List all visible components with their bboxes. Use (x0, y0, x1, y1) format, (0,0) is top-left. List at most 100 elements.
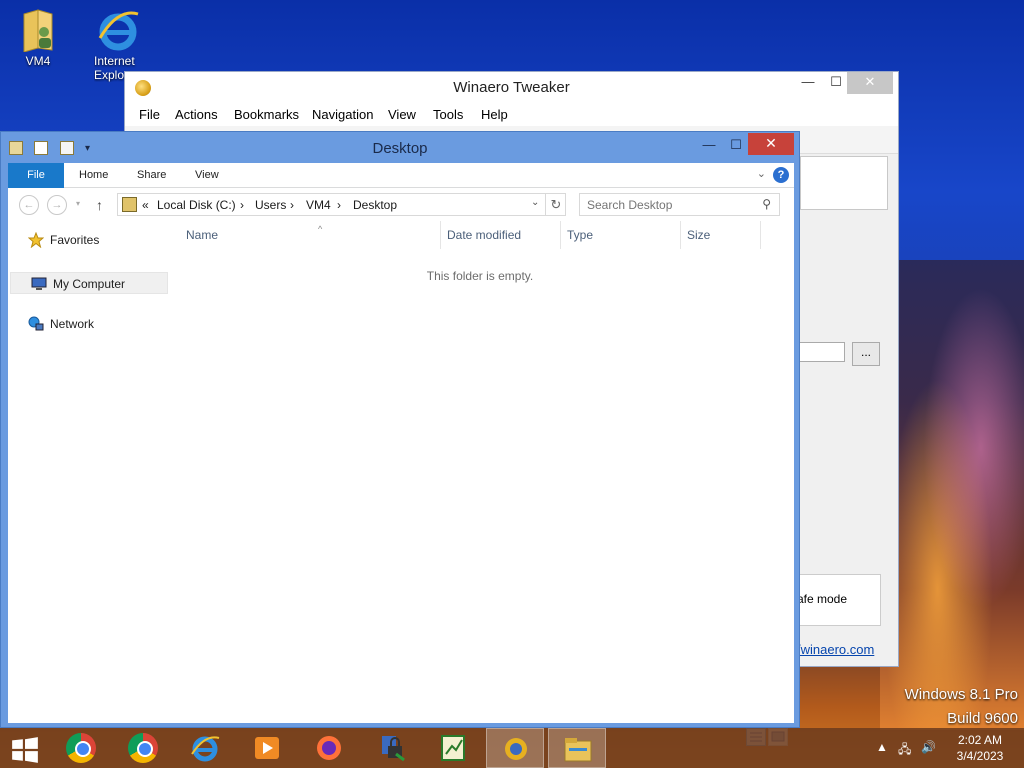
taskbar-chrome-2[interactable] (114, 728, 172, 768)
show-hidden-icons[interactable]: ▲ (876, 740, 888, 754)
explorer-minimize-button[interactable]: — (695, 136, 723, 156)
winaero-tweaker-icon (505, 738, 527, 760)
taskbar-chrome[interactable] (52, 728, 110, 768)
drive-folder-icon (122, 197, 137, 212)
breadcrumb-local-disk[interactable]: Local Disk (C:) (157, 198, 236, 212)
back-arrow-icon[interactable]: ← (19, 195, 39, 215)
ribbon-tabs: File Home Share View ⌄ ? (8, 163, 794, 188)
winaero-title: Winaero Tweaker (453, 79, 570, 96)
sidebar-item-network[interactable]: Network (8, 313, 166, 335)
winaero-menubar: File Actions Bookmarks Navigation View T… (125, 102, 898, 126)
breadcrumb-separator[interactable]: › (240, 198, 244, 212)
desktop-icon-label: VM4 (25, 54, 51, 68)
start-button[interactable] (0, 728, 50, 768)
menu-actions[interactable]: Actions (175, 107, 218, 122)
search-box[interactable]: ⚲ (579, 193, 780, 216)
clock-time: 2:02 AM (957, 733, 1003, 747)
explorer-title: Desktop (372, 140, 428, 157)
star-icon (28, 232, 44, 248)
internet-explorer-icon (96, 8, 139, 52)
winaero-website-link[interactable]: /winaero.com (797, 642, 874, 657)
taskbar: ▲ 🖧 🔊 2:02 AM 3/4/2023 (0, 728, 1024, 768)
search-icon[interactable]: ⚲ (762, 197, 771, 211)
column-header-type[interactable]: Type (561, 221, 681, 249)
tab-home[interactable]: Home (79, 163, 108, 188)
forward-arrow-icon[interactable]: → (47, 195, 67, 215)
sidebar-item-label: My Computer (53, 277, 126, 291)
computer-icon (31, 277, 47, 290)
volume-icon[interactable]: 🔊 (921, 740, 936, 754)
wallpaper-city-lights (880, 260, 1024, 730)
breadcrumb-separator[interactable]: › (337, 198, 341, 212)
taskbar-chart-app[interactable] (424, 728, 482, 768)
winaero-titlebar[interactable]: Winaero Tweaker — ☐ ✕ (125, 72, 898, 102)
file-explorer-window[interactable]: ▾ Desktop — ☐ ✕ File Home Share View ⌄ ?… (0, 131, 800, 746)
network-tray-icon[interactable]: 🖧 (898, 740, 911, 761)
taskbar-internet-explorer[interactable] (176, 728, 234, 768)
lock-tool-icon (382, 736, 405, 762)
breadcrumb-separator[interactable]: › (290, 198, 294, 212)
address-dropdown-icon[interactable]: ⌄ (531, 197, 539, 208)
tab-view[interactable]: View (195, 163, 219, 188)
winaero-minimize-button[interactable]: — (793, 72, 823, 94)
taskbar-firefox[interactable] (300, 728, 358, 768)
user-folder-icon (18, 8, 58, 53)
file-list-pane: Name ^ Date modified Type Size This fold… (166, 221, 794, 746)
firefox-icon (317, 736, 341, 760)
windows-logo-icon (12, 737, 38, 763)
explorer-close-button[interactable]: ✕ (748, 133, 794, 155)
column-header-label: Name (186, 228, 219, 242)
network-icon (28, 316, 44, 331)
column-header-label: Size (687, 228, 711, 242)
chrome-icon (66, 733, 96, 763)
menu-navigation[interactable]: Navigation (312, 107, 373, 122)
internet-explorer-icon (191, 736, 220, 762)
recent-locations-icon[interactable]: ▾ (76, 199, 80, 208)
menu-file[interactable]: File (139, 107, 160, 122)
winaero-close-button[interactable]: ✕ (847, 72, 893, 94)
taskbar-winaero-tweaker[interactable] (486, 728, 544, 768)
breadcrumb-vm4[interactable]: VM4 (306, 198, 331, 212)
winaero-safe-mode-text[interactable]: afe mode (797, 592, 847, 606)
sidebar-item-my-computer[interactable]: My Computer (10, 272, 168, 294)
sort-ascending-icon: ^ (318, 224, 323, 234)
os-build: Build 9600 (947, 710, 1018, 727)
chrome-icon (128, 733, 158, 763)
breadcrumb-desktop[interactable]: Desktop (353, 198, 397, 212)
desktop-icon-vm4[interactable]: VM4 (8, 8, 68, 68)
clock-date: 3/4/2023 (956, 749, 1004, 763)
explorer-titlebar[interactable]: ▾ Desktop — ☐ ✕ (1, 132, 799, 163)
menu-help[interactable]: Help (481, 107, 508, 122)
menu-tools[interactable]: Tools (433, 107, 463, 122)
empty-folder-message: This folder is empty. (426, 269, 534, 283)
refresh-icon[interactable]: ↻ (545, 194, 566, 215)
breadcrumb-users[interactable]: Users (255, 198, 286, 212)
column-header-size[interactable]: Size (681, 221, 761, 249)
media-player-icon (255, 737, 279, 759)
address-bar[interactable]: « Local Disk (C:) › Users › VM4 › Deskto… (117, 193, 566, 216)
column-header-date-modified[interactable]: Date modified (441, 221, 561, 249)
menu-view[interactable]: View (388, 107, 416, 122)
winaero-browse-button[interactable]: ... (852, 342, 880, 366)
help-icon[interactable]: ? (773, 167, 789, 183)
expand-ribbon-icon[interactable]: ⌄ (757, 167, 766, 180)
sidebar-item-favorites[interactable]: Favorites (8, 229, 166, 251)
tab-file[interactable]: File (8, 163, 64, 188)
explorer-maximize-button[interactable]: ☐ (722, 136, 750, 156)
column-header-label: Date modified (447, 228, 522, 242)
breadcrumb-overflow[interactable]: « (142, 198, 149, 212)
taskbar-lock-tool[interactable] (362, 728, 420, 768)
taskbar-file-explorer[interactable] (548, 728, 606, 768)
column-header-name[interactable]: Name ^ (180, 221, 441, 249)
taskbar-media-player[interactable] (238, 728, 296, 768)
up-arrow-icon[interactable]: ↑ (96, 197, 103, 213)
search-input[interactable] (587, 195, 757, 215)
sidebar-item-label: Network (50, 317, 95, 331)
menu-bookmarks[interactable]: Bookmarks (234, 107, 299, 122)
winaero-path-input[interactable] (795, 342, 845, 362)
chart-app-icon (441, 735, 465, 761)
navigation-bar: ← → ▾ ↑ « Local Disk (C:) › Users › VM4 … (8, 188, 794, 221)
tab-share[interactable]: Share (137, 163, 166, 188)
file-explorer-icon (564, 738, 592, 762)
system-clock[interactable]: 2:02 AM 3/4/2023 (944, 732, 1016, 764)
